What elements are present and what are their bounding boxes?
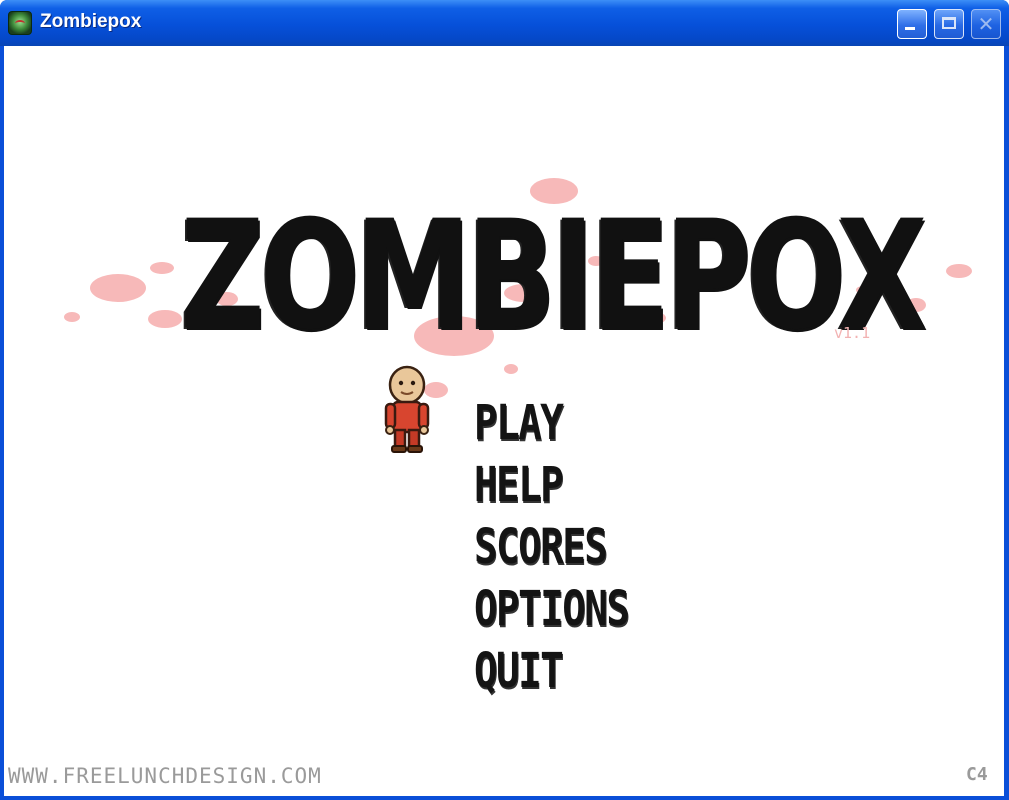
maximize-icon xyxy=(942,17,956,29)
version-label: v1.1 xyxy=(834,324,871,342)
zombie-head-icon[interactable] xyxy=(8,11,32,35)
window-title: Zombiepox xyxy=(40,11,142,32)
minimize-button[interactable] xyxy=(897,9,927,39)
close-icon: ✕ xyxy=(977,12,995,36)
app-window: Zombiepox ✕ ZOMBIEPOX v1.1 PLAY HELP SCO… xyxy=(0,0,1009,800)
developer-mark: C4 xyxy=(966,764,988,785)
menu-scores[interactable]: SCORES xyxy=(474,518,608,576)
menu-help[interactable]: HELP xyxy=(474,456,564,514)
title-bar[interactable]: Zombiepox ✕ xyxy=(0,0,1009,46)
game-logo: ZOMBIEPOX xyxy=(180,189,927,363)
minimize-icon xyxy=(905,27,915,30)
menu-play[interactable]: PLAY xyxy=(474,394,564,452)
game-screen: ZOMBIEPOX v1.1 PLAY HELP SCORES OPTIONS … xyxy=(4,46,1004,796)
player-character-sprite xyxy=(384,365,430,453)
maximize-button[interactable] xyxy=(934,9,964,39)
menu-options[interactable]: OPTIONS xyxy=(474,580,630,638)
website-link[interactable]: WWW.FREELUNCHDESIGN.COM xyxy=(8,764,322,788)
menu-quit[interactable]: QUIT xyxy=(474,642,564,700)
close-button[interactable]: ✕ xyxy=(971,9,1001,39)
